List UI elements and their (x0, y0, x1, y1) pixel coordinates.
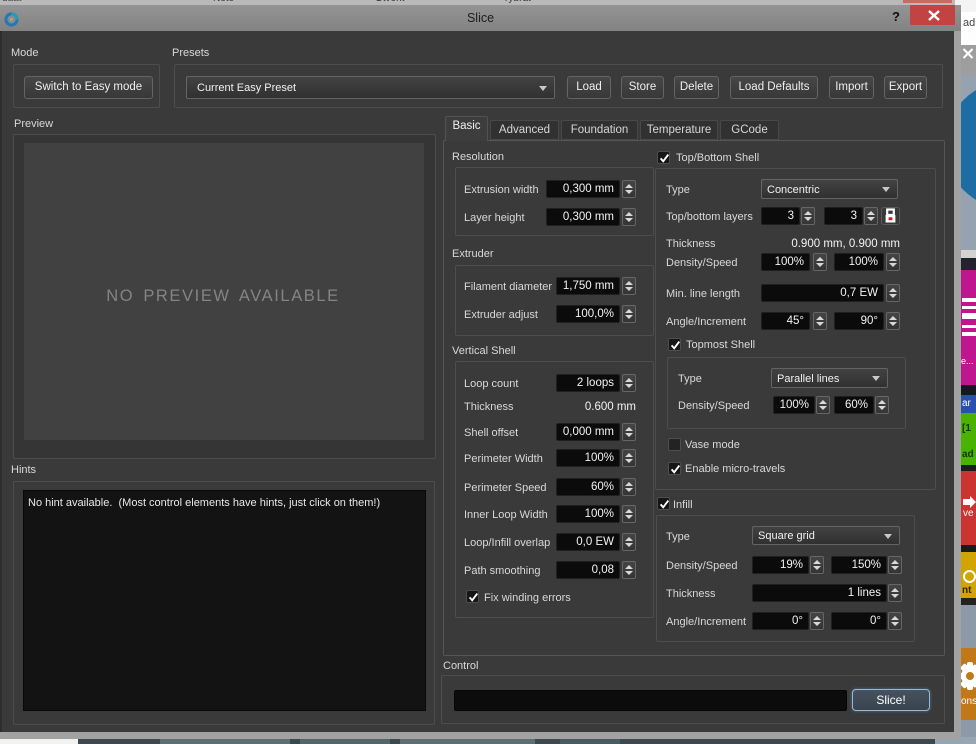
svg-text:ve: ve (963, 508, 974, 518)
